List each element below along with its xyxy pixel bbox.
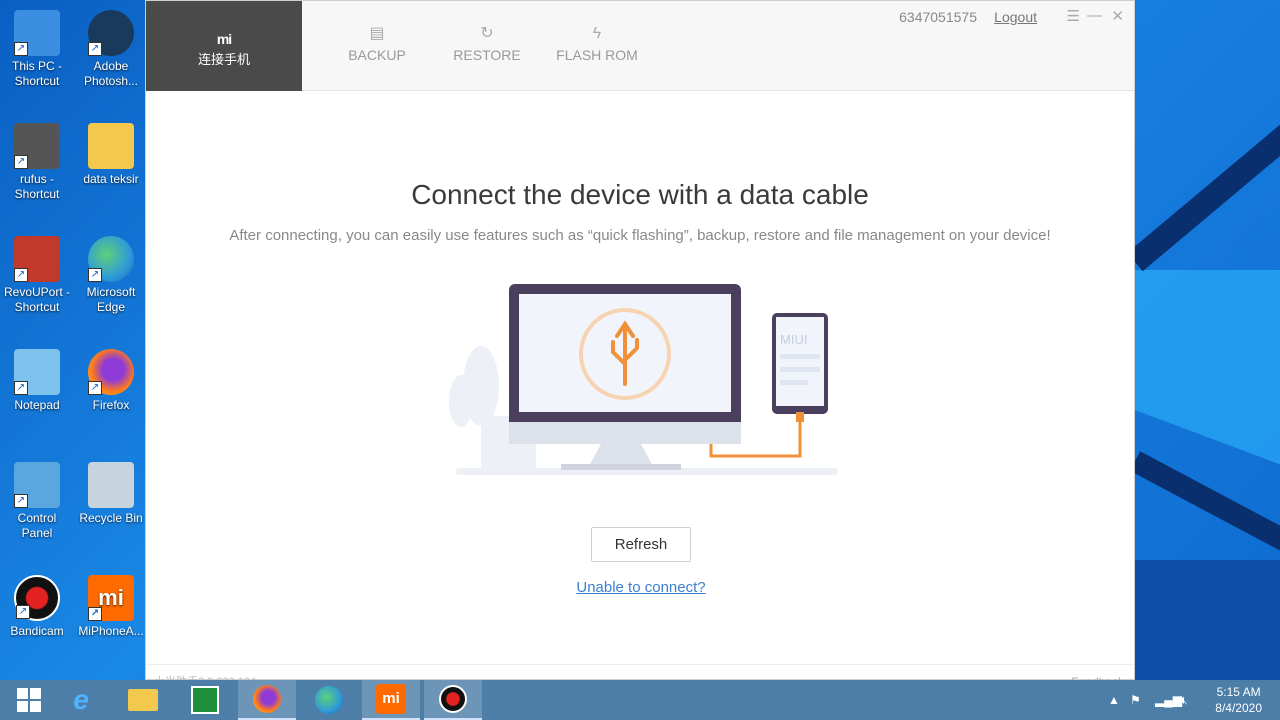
connect-device-illustration: MIUI [449,284,838,475]
edge-icon: ↗ [88,236,134,282]
desktop-icons: ↗ This PC - Shortcut ↗ Adobe Photosh... … [0,0,145,680]
phone-miui-label: MIUI [780,332,807,347]
tab-restore[interactable]: ↻ RESTORE [432,23,542,63]
desktop-icon-firefox[interactable]: ↗ Firefox [75,349,147,413]
desktop-icon-label: Notepad [14,398,60,412]
clock-time: 5:15 AM [1216,685,1261,699]
taskbar-file-explorer[interactable] [114,680,172,720]
start-icon [17,688,41,712]
app-footer: 小米助手3.0.330.134 Feedback [146,664,1134,689]
monitor-base [561,464,681,470]
desktop-icon-label: MiPhoneA... [78,624,144,638]
action-center-flag-icon[interactable]: ⚑ [1130,680,1141,720]
taskbar-store[interactable] [176,680,234,720]
desktop-icon-photoshop[interactable]: ↗ Adobe Photosh... [75,10,147,89]
tab-restore-label: RESTORE [453,47,521,63]
show-hidden-icons[interactable]: ▲ [1108,680,1120,720]
phone-ui-line [780,380,808,385]
wallpaper-beam [1127,59,1280,272]
logout-link[interactable]: Logout [994,9,1037,25]
app-top-bar: mi 连接手机 ▤ BACKUP ↻ RESTORE ϟ FLASH ROM 6… [146,1,1134,91]
taskbar-mi-phone-assistant[interactable]: mi [362,680,420,720]
revo-uninstaller-icon: ↗ [14,236,60,282]
taskbar-firefox[interactable] [238,680,296,720]
recycle-bin-icon [88,462,134,508]
page-title: Connect the device with a data cable [411,179,869,210]
notepad-icon: ↗ [14,349,60,395]
desktop-icon-label: Firefox [92,398,130,412]
folder-icon [88,123,134,169]
cable-plug [796,412,804,422]
mi-phone-assistant-icon: mi [376,684,406,714]
desktop-icon-label: Adobe Photosh... [83,59,139,88]
firefox-icon [253,685,281,713]
taskbar-bandicam[interactable] [424,680,482,720]
firefox-icon: ↗ [88,349,134,395]
backup-icon: ▤ [369,25,385,42]
clock-date: 8/4/2020 [1215,701,1262,715]
desktop-icon-bandicam[interactable]: ↗ Bandicam [1,575,73,639]
volume-muted-icon[interactable]: 🔇︎ [1180,680,1188,720]
tab-connect-phone-label: 连接手机 [197,52,250,67]
bandicam-icon: ↗ [14,575,60,621]
page-subtitle: After connecting, you can easily use fea… [229,227,1051,244]
edge-icon [315,686,343,714]
menu-icon[interactable]: ☰ [1067,7,1080,25]
control-panel-icon: ↗ [14,462,60,508]
flash-icon: ϟ [592,25,602,42]
user-id: 6347051575 [899,9,977,25]
ie-icon: e [73,684,89,715]
taskbar-edge[interactable] [300,680,358,720]
desktop-icon-label: rufus - Shortcut [14,172,60,201]
monitor-stand [589,444,653,466]
phone-ui-line [780,367,820,372]
monitor-chin [509,422,741,444]
minimize-icon[interactable]: — [1087,7,1102,24]
store-icon [191,686,219,714]
phone-ui-line [780,354,820,359]
desktop-icon-mi-phone-assistant[interactable]: mi ↗ MiPhoneA... [75,575,147,639]
phone-screen [776,317,824,406]
desktop-icon-label: Bandicam [10,624,64,638]
wallpaper-light-pane [1135,270,1280,470]
usb-drive-icon: ↗ [14,123,60,169]
tab-backup-label: BACKUP [348,47,406,63]
adobe-photoshop-icon: ↗ [88,10,134,56]
start-button[interactable] [0,680,58,720]
wallpaper-dark-pane [1135,560,1280,680]
bandicam-icon [439,685,467,713]
file-explorer-icon [128,689,158,711]
desktop-icon-control-panel[interactable]: ↗ Control Panel [1,462,73,541]
tab-flash-rom-label: FLASH ROM [556,47,638,63]
tab-backup[interactable]: ▤ BACKUP [322,23,432,63]
restore-icon: ↻ [480,25,494,42]
taskbar-internet-explorer[interactable]: e [52,680,110,720]
desktop-icon-recycle-bin[interactable]: Recycle Bin [75,462,147,526]
mi-phone-assistant-window: mi 连接手机 ▤ BACKUP ↻ RESTORE ϟ FLASH ROM 6… [145,0,1136,689]
desktop-icon-label: Control Panel [17,511,57,540]
desktop-icon-label: This PC - Shortcut [11,59,62,88]
desktop-icon-data-teksir[interactable]: data teksir [75,123,147,187]
computer-icon: ↗ [14,10,60,56]
desktop-icon-revouport[interactable]: ↗ RevoUPort - Shortcut [1,236,73,315]
desktop-icon-rufus[interactable]: ↗ rufus - Shortcut [1,123,73,202]
mi-logo-icon: mi [216,31,232,47]
network-icon[interactable]: ▂▄▆ [1155,680,1182,720]
mi-phone-assistant-icon: mi ↗ [88,575,134,621]
desktop-icon-label: Recycle Bin [79,511,143,525]
desktop-icon-label: data teksir [83,172,139,186]
plant-leaf [449,375,473,427]
taskbar-clock[interactable]: 5:15 AM 8/4/2020 [1215,684,1262,716]
tab-connect-phone[interactable]: mi 连接手机 [146,1,302,91]
tab-flash-rom[interactable]: ϟ FLASH ROM [542,23,652,63]
desktop-icon-label: Microsoft Edge [86,285,136,314]
desktop-icon-notepad[interactable]: ↗ Notepad [1,349,73,413]
desktop-icon-edge[interactable]: ↗ Microsoft Edge [75,236,147,315]
close-icon[interactable]: ✕ [1111,7,1124,25]
refresh-button[interactable]: Refresh [591,527,691,562]
desktop-icon-label: RevoUPort - Shortcut [3,285,71,314]
taskbar: e mi ▲ ⚑ ▂▄▆ 🔇︎ 5:15 AM 8/4/2020 [0,680,1280,720]
unable-to-connect-link[interactable]: Unable to connect? [146,579,1136,596]
desktop-icon-this-pc[interactable]: ↗ This PC - Shortcut [1,10,73,89]
